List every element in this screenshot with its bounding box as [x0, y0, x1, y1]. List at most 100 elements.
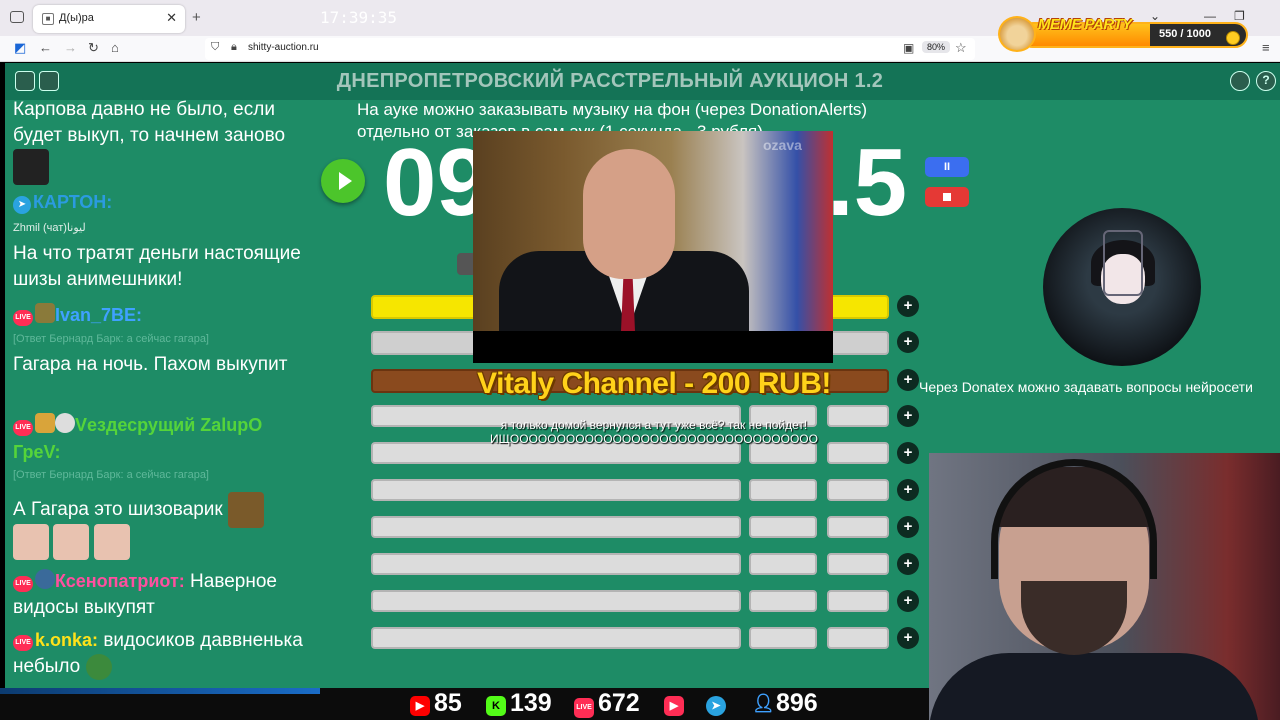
lot-extra-input[interactable]: [827, 590, 889, 612]
lot-name-input[interactable]: [371, 479, 741, 501]
add-lot-button[interactable]: +: [897, 479, 919, 501]
add-lot-button[interactable]: +: [897, 405, 919, 427]
pause-button[interactable]: II: [925, 157, 969, 177]
add-lot-button[interactable]: +: [897, 369, 919, 391]
chat-message-text: На что тратят деньги настоящие шизы аним…: [13, 243, 301, 290]
lot-name-input[interactable]: [371, 553, 741, 575]
video-overlay: ozava: [473, 131, 833, 363]
chat-message: Гагара на ночь. Пахом выкупит: [13, 352, 313, 378]
lock-icon[interactable]: 🔒︎: [231, 41, 237, 54]
help-icon[interactable]: ?: [1256, 71, 1276, 91]
meme-party-widget: MEME PARTY 550 / 1000: [994, 16, 1250, 54]
video-figure-face: [583, 149, 675, 279]
emote-icon: [93, 524, 130, 560]
forward-icon[interactable]: →: [64, 40, 77, 55]
donation-message: я только домой вернулся а тут уже всё? т…: [500, 418, 808, 432]
menu-icon[interactable]: ≡: [1262, 40, 1270, 55]
stream-clock: 17:39:35: [320, 8, 398, 27]
chat-message-text: Гагара на ночь. Пахом выкупит: [13, 354, 288, 375]
telegram-icon: ➤: [706, 696, 726, 716]
beer-emote-icon: [35, 413, 55, 433]
reload-icon[interactable]: ↻: [88, 40, 99, 56]
lot-amount-input[interactable]: [749, 516, 817, 538]
tab-title: Д(ы)ра: [59, 12, 94, 24]
close-tab-icon[interactable]: ✕: [166, 10, 177, 26]
add-lot-button[interactable]: +: [897, 442, 919, 464]
video-logo: ozava: [763, 137, 802, 153]
youtube-count: 85: [434, 689, 462, 717]
add-lot-button[interactable]: +: [897, 553, 919, 575]
settings-gear-icon[interactable]: [1230, 71, 1250, 91]
chat-username: КАРТОН:: [33, 192, 113, 212]
chat-username: Ксенопатриот:: [55, 571, 185, 591]
avatar: [1043, 208, 1201, 366]
video-platform-stat: ▶: [664, 688, 688, 720]
zoom-level[interactable]: 80%: [922, 41, 951, 53]
page-header: ДНЕПРОПЕТРОВСКИЙ РАССТРЕЛЬНЫЙ АУКЦИОН 1.…: [5, 63, 1280, 100]
back-icon[interactable]: ←: [39, 40, 52, 55]
home-icon[interactable]: ⌂: [111, 40, 119, 55]
chat-message: LIVE k.onka: видосиков даввненька небыло: [13, 627, 313, 680]
chat-username-row: ➤ КАРТОН:: [13, 189, 313, 216]
lot-amount-input[interactable]: [749, 479, 817, 501]
shield-icon[interactable]: ⛉: [211, 41, 219, 54]
add-lot-button[interactable]: +: [897, 516, 919, 538]
user-icon: 👤︎: [752, 693, 775, 713]
lot-row: +: [371, 553, 921, 577]
kick-count: 139: [510, 689, 552, 717]
lot-row: +: [371, 627, 921, 651]
chat-username-row: LIVE Vездесрущий ZalupO ГреV:: [13, 412, 313, 466]
meme-party-count: 550 / 1000: [1159, 28, 1211, 40]
lot-amount-input[interactable]: [749, 553, 817, 575]
add-lot-button[interactable]: +: [897, 295, 919, 317]
chat-subtitle: Zhmil (чат)ليونا: [13, 222, 86, 234]
play-button[interactable]: [321, 159, 365, 203]
webcam-feed: [929, 453, 1280, 720]
live-icon: LIVE: [13, 635, 33, 651]
lot-amount-input[interactable]: [749, 627, 817, 649]
chat-username: k.onka:: [35, 630, 99, 650]
live-stat: LIVE 672: [574, 688, 640, 720]
lot-row: +: [371, 479, 921, 503]
bookmark-star-icon[interactable]: ☆: [955, 40, 967, 56]
screen: ■ Д(ы)ра ✕ + ⌄ — ❐ ◩ ← → ↻ ⌂ ⛉ 🔒︎ shitty…: [0, 0, 1280, 720]
lot-extra-input[interactable]: [827, 479, 889, 501]
add-lot-button[interactable]: +: [897, 590, 919, 612]
emote-icon: [13, 524, 49, 560]
chat-message: LIVE Ксенопатриот: Наверное видосы выкупя…: [13, 568, 313, 621]
lot-extra-input[interactable]: [827, 516, 889, 538]
youtube-icon: ▶: [410, 696, 430, 716]
chat-message-text: А Гагара это шизоварик: [13, 499, 223, 521]
new-tab-icon[interactable]: +: [192, 9, 201, 26]
lot-name-input[interactable]: [371, 627, 741, 649]
lot-amount-input[interactable]: [749, 590, 817, 612]
lot-name-input[interactable]: [371, 590, 741, 612]
donation-message: ИЩООООООООООООООООООООООООООООООООО: [490, 432, 818, 446]
browser-tab[interactable]: ■ Д(ы)ра ✕: [33, 5, 185, 33]
reader-icon[interactable]: ▣: [903, 41, 914, 55]
sidebar-icon[interactable]: ◩: [14, 40, 26, 56]
viewers-stat: 👤︎896: [752, 688, 818, 720]
play-icon: ▶: [664, 696, 684, 716]
coin-icon: [1226, 31, 1240, 45]
lot-name-input[interactable]: [371, 516, 741, 538]
kick-icon: K: [486, 696, 506, 716]
url-text: shitty-auction.ru: [248, 42, 319, 53]
emote-icon: [53, 524, 90, 560]
add-lot-button[interactable]: +: [897, 627, 919, 649]
add-lot-button[interactable]: +: [897, 331, 919, 353]
progress-strip: [0, 688, 320, 694]
doge-icon: [998, 16, 1036, 52]
tab-list-icon[interactable]: [10, 11, 24, 23]
live-icon: LIVE: [13, 420, 33, 436]
youtube-stat: ▶ 85: [410, 688, 462, 720]
live-count: 672: [598, 689, 640, 717]
emote-icon: [55, 413, 75, 433]
address-bar[interactable]: ⛉ 🔒︎ shitty-auction.ru ▣ 80% ☆: [205, 38, 975, 60]
lot-extra-input[interactable]: [827, 553, 889, 575]
stop-button[interactable]: [925, 187, 969, 207]
lot-extra-input[interactable]: [827, 627, 889, 649]
info-line: На ауке можно заказывать музыку на фон (…: [357, 100, 868, 119]
chat-message-text: Карпова давно не было, если будет выкуп,…: [13, 99, 286, 146]
emote-icon: [13, 149, 49, 185]
